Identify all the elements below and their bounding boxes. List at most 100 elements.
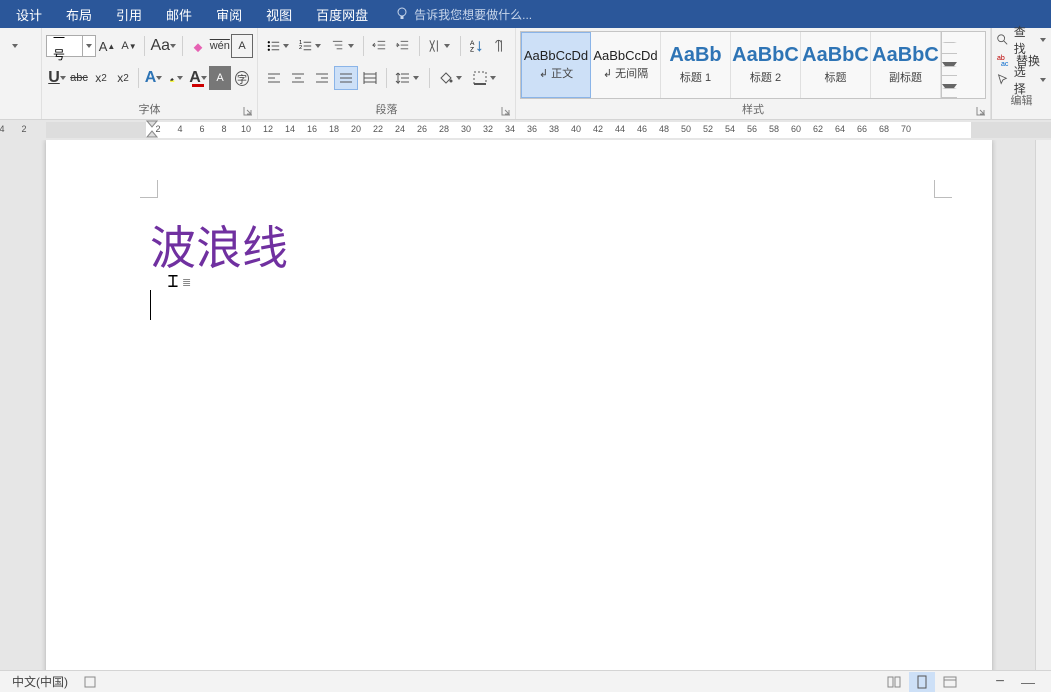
status-language[interactable]: 中文(中国): [12, 673, 68, 690]
web-icon: [942, 674, 958, 690]
style-item-4[interactable]: AaBbC标题: [801, 32, 871, 98]
group-styles-label: 样式: [516, 101, 990, 119]
decrease-indent-button[interactable]: [368, 34, 391, 58]
tell-me-search[interactable]: 告诉我您想要做什么...: [394, 6, 532, 23]
numbering-button[interactable]: 12: [294, 34, 326, 58]
style-item-5[interactable]: AaBbC副标题: [871, 32, 941, 98]
borders-button[interactable]: [468, 66, 502, 90]
page[interactable]: 波浪线 Ꮖ ≣: [46, 140, 992, 670]
bullets-button[interactable]: [262, 34, 294, 58]
ruler-tick: 8: [221, 124, 226, 134]
ruler-tick: 52: [703, 124, 713, 134]
group-font: 一号 A▲ A▼ Aa wén A U abc x2 x2 A A: [42, 28, 258, 119]
tab-references[interactable]: 引用: [104, 0, 154, 28]
distributed-button[interactable]: [358, 66, 382, 90]
ruler-tick: 56: [747, 124, 757, 134]
unknown-dropdown[interactable]: [4, 34, 26, 58]
styles-gallery: AaBbCcDd↲ 正文AaBbCcDd↲ 无间隔AaBb标题 1AaBbC标题…: [520, 31, 986, 99]
bullets-icon: [266, 38, 281, 54]
tab-review[interactable]: 审阅: [204, 0, 254, 28]
line-spacing-button[interactable]: [391, 66, 425, 90]
ruler-tick: 28: [439, 124, 449, 134]
eraser-icon: [191, 38, 205, 54]
ruler-tick: 22: [373, 124, 383, 134]
paragraph-dialog-launcher[interactable]: [500, 105, 512, 117]
group-styles: AaBbCcDd↲ 正文AaBbCcDd↲ 无间隔AaBb标题 1AaBbC标题…: [516, 28, 991, 119]
find-button[interactable]: 查找: [996, 30, 1047, 50]
ruler-tick: 68: [879, 124, 889, 134]
ruler-tick: 14: [285, 124, 295, 134]
change-case-button[interactable]: Aa: [149, 34, 178, 58]
highlight-button[interactable]: [165, 66, 187, 90]
sort-button[interactable]: AZ: [465, 34, 488, 58]
distributed-icon: [362, 70, 378, 86]
multilevel-list-button[interactable]: [327, 34, 359, 58]
tab-view[interactable]: 视图: [254, 0, 304, 28]
clear-format-button[interactable]: [187, 34, 209, 58]
tab-layout[interactable]: 布局: [54, 0, 104, 28]
style-item-1[interactable]: AaBbCcDd↲ 无间隔: [591, 32, 661, 98]
ruler-tick: 4: [177, 124, 182, 134]
tab-design[interactable]: 设计: [4, 0, 54, 28]
group-stub: [0, 28, 42, 119]
phonetic-guide-button[interactable]: wén: [209, 34, 231, 58]
ruler-tick: 30: [461, 124, 471, 134]
shading-button[interactable]: [434, 66, 468, 90]
increase-indent-button[interactable]: [391, 34, 414, 58]
font-dialog-launcher[interactable]: [242, 105, 254, 117]
multilevel-icon: [331, 38, 346, 54]
enclose-char-button[interactable]: 字: [231, 66, 253, 90]
align-justify-button[interactable]: [334, 66, 358, 90]
sort-icon: AZ: [469, 38, 484, 54]
style-sample: AaBb: [669, 44, 721, 67]
vertical-scrollbar[interactable]: [1035, 140, 1051, 670]
svg-text:2: 2: [299, 45, 302, 51]
styles-dialog-launcher[interactable]: [975, 105, 987, 117]
strikethrough-button[interactable]: abc: [68, 66, 90, 90]
read-mode-button[interactable]: [881, 672, 907, 692]
style-sample: AaBbC: [802, 44, 869, 67]
style-item-0[interactable]: AaBbCcDd↲ 正文: [521, 32, 591, 98]
outdent-icon: [372, 38, 387, 54]
gallery-more-button[interactable]: [942, 76, 957, 98]
show-marks-button[interactable]: [488, 34, 511, 58]
character-shading-button[interactable]: A: [209, 66, 231, 90]
text-effects-button[interactable]: A: [143, 66, 165, 90]
pilcrow-icon: [492, 38, 507, 54]
document-text[interactable]: 波浪线: [150, 212, 288, 278]
style-label: ↲ 正文: [539, 65, 573, 81]
line-spacing-icon: [395, 70, 411, 86]
ruler-tick: 34: [505, 124, 515, 134]
asian-layout-button[interactable]: [423, 34, 455, 58]
character-border-button[interactable]: A: [231, 34, 253, 58]
print-layout-button[interactable]: [909, 672, 935, 692]
align-right-button[interactable]: [310, 66, 334, 90]
gallery-down-button[interactable]: [942, 54, 957, 76]
align-center-button[interactable]: [286, 66, 310, 90]
group-editing-label: 编辑: [996, 92, 1047, 110]
subscript-button[interactable]: x2: [90, 66, 112, 90]
grow-font-button[interactable]: A▲: [96, 34, 118, 58]
web-layout-button[interactable]: [937, 672, 963, 692]
style-item-2[interactable]: AaBb标题 1: [661, 32, 731, 98]
align-left-button[interactable]: [262, 66, 286, 90]
accessibility-icon[interactable]: [82, 674, 98, 690]
zoom-out-button[interactable]: −: [987, 672, 1013, 692]
gallery-up-button[interactable]: [942, 32, 957, 54]
superscript-button[interactable]: x2: [112, 66, 134, 90]
document-area[interactable]: 波浪线 Ꮖ ≣: [0, 140, 1035, 670]
align-center-icon: [290, 70, 306, 86]
gallery-scroll: [941, 32, 957, 98]
font-size-combo[interactable]: 一号: [46, 35, 96, 57]
tab-mailings[interactable]: 邮件: [154, 0, 204, 28]
ruler-tick: 44: [615, 124, 625, 134]
style-item-3[interactable]: AaBbC标题 2: [731, 32, 801, 98]
horizontal-ruler[interactable]: 8642 24681012141618202224262830323436384…: [0, 120, 1051, 140]
shrink-font-button[interactable]: A▼: [118, 34, 140, 58]
font-color-button[interactable]: A: [187, 66, 209, 90]
underline-button[interactable]: U: [46, 66, 68, 90]
group-paragraph: 12 AZ: [258, 28, 516, 119]
select-button[interactable]: 选择: [996, 70, 1047, 90]
tab-baidu[interactable]: 百度网盘: [304, 0, 380, 28]
indent-marker-icon[interactable]: [146, 120, 158, 138]
